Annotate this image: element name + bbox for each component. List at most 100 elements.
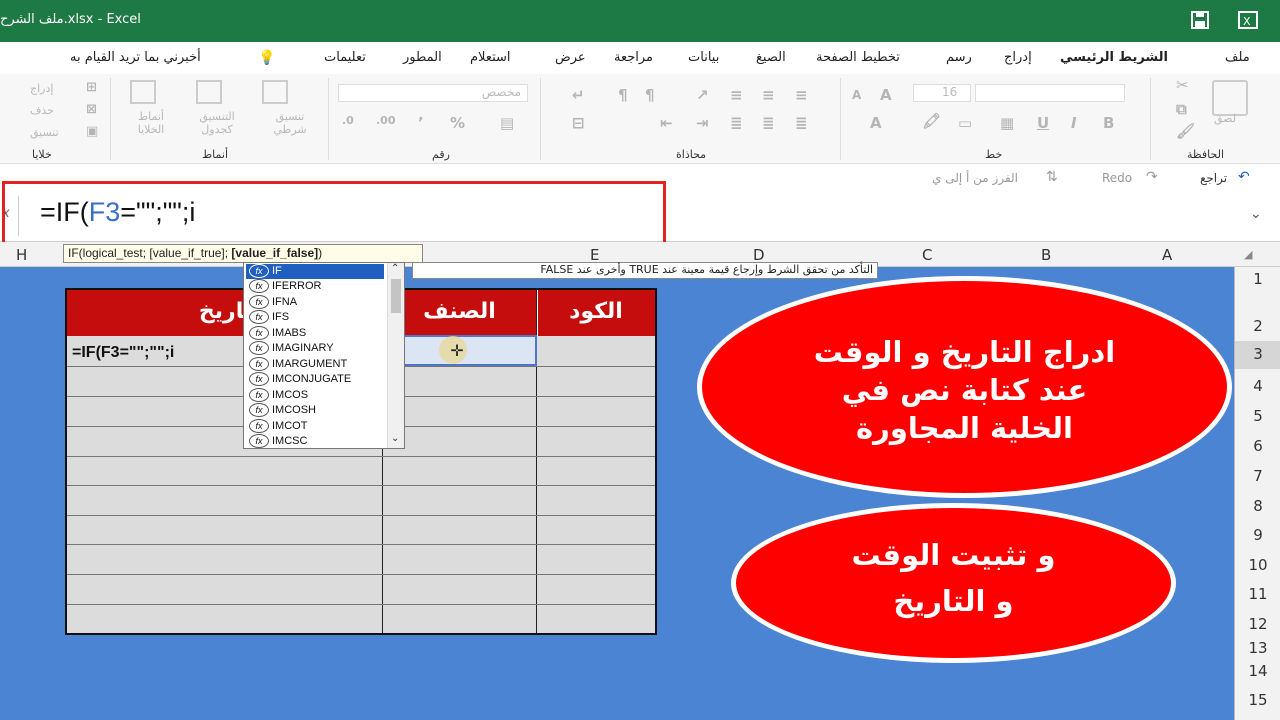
header-category[interactable]: الصنف xyxy=(382,290,537,336)
conditional-format-icon[interactable] xyxy=(262,80,288,104)
scroll-thumb[interactable] xyxy=(391,279,401,313)
autocomplete-item-selected[interactable]: fx IF xyxy=(246,264,384,279)
menu-developer[interactable]: المطور xyxy=(403,50,442,65)
font-size-box[interactable]: 16 xyxy=(913,84,971,102)
wrap-text-icon[interactable]: ↵ xyxy=(572,86,585,104)
menu-home[interactable]: الشريط الرئيسي xyxy=(1060,50,1168,65)
align-middle-icon[interactable]: ≡ xyxy=(762,86,775,104)
menu-view[interactable]: عرض xyxy=(555,50,586,65)
menu-formulas[interactable]: الصيغ xyxy=(756,50,786,65)
row-header[interactable]: 1 xyxy=(1235,270,1280,288)
column-header-a[interactable]: A xyxy=(1162,246,1172,264)
menu-review[interactable]: مراجعة xyxy=(614,50,653,65)
row-header[interactable]: 6 xyxy=(1235,437,1280,455)
font-name-box[interactable] xyxy=(975,84,1125,102)
paste-icon[interactable] xyxy=(1212,80,1248,116)
percent-icon[interactable]: % xyxy=(450,114,465,132)
insert-cells-icon[interactable]: ⊞ xyxy=(86,80,97,95)
autocomplete-item[interactable]: fx IMARGUMENT xyxy=(246,357,384,372)
outdent-icon[interactable]: ⇤ xyxy=(660,114,673,132)
comma-style-icon[interactable]: ٬ xyxy=(418,114,424,132)
select-all-icon[interactable]: ◢ xyxy=(1244,248,1252,261)
delete-cells-label[interactable]: حذف xyxy=(30,104,54,117)
autocomplete-item[interactable]: fx IFS xyxy=(246,310,384,325)
align-left-icon[interactable]: ≣ xyxy=(730,114,743,132)
row-header[interactable]: 9 xyxy=(1235,526,1280,544)
align-center-icon[interactable]: ≣ xyxy=(762,114,775,132)
column-header-c[interactable]: C xyxy=(922,246,932,264)
highlight-icon[interactable]: 🖍 xyxy=(922,112,941,130)
autocomplete-item[interactable]: fx IMABS xyxy=(246,326,384,341)
row-header[interactable]: 7 xyxy=(1235,467,1280,485)
autocomplete-item[interactable]: fx IMCOSH xyxy=(246,403,384,418)
align-bottom-icon[interactable]: ≡ xyxy=(730,86,743,104)
menu-help[interactable]: تعليمات xyxy=(324,50,366,65)
orientation-icon[interactable]: ↗ xyxy=(696,86,709,104)
function-autocomplete-list[interactable]: fx IF fx IFERROR fx IFNA fx IFS fx IMABS fx IM… xyxy=(243,262,405,449)
insert-cells-label[interactable]: إدراج xyxy=(30,82,53,95)
redo-button[interactable]: Redo xyxy=(1102,171,1132,185)
row-header[interactable]: 11 xyxy=(1235,585,1280,603)
merge-center-icon[interactable]: ⊟ xyxy=(572,114,585,132)
menu-draw[interactable]: رسم xyxy=(946,50,972,65)
decrease-decimal-icon[interactable]: .00 xyxy=(376,114,396,127)
cell-styles-icon[interactable] xyxy=(130,80,156,104)
row-header[interactable]: 15 xyxy=(1235,691,1280,709)
autocomplete-item[interactable]: fx IMAGINARY xyxy=(246,341,384,356)
row-header[interactable]: 14 xyxy=(1235,662,1280,680)
font-color-icon[interactable]: A xyxy=(870,114,882,132)
autocomplete-item[interactable]: fx IFERROR xyxy=(246,279,384,294)
format-table-icon[interactable] xyxy=(196,80,222,104)
autocomplete-item[interactable]: fx IFNA xyxy=(246,295,384,310)
increase-font-icon[interactable]: A xyxy=(880,86,892,104)
active-cell-formula[interactable]: =IF(F3="";"";i xyxy=(72,344,174,362)
cond-format-label[interactable]: تنسيق شرطي xyxy=(262,110,318,136)
autocomplete-scrollbar[interactable]: ⌃ ⌄ xyxy=(387,263,404,448)
increase-decimal-icon[interactable]: .0 xyxy=(342,114,354,127)
row-header[interactable]: 8 xyxy=(1235,497,1280,515)
sort-button[interactable]: الفرز من أ إلى ي xyxy=(932,171,1018,185)
currency-icon[interactable]: ▤ xyxy=(500,114,514,132)
cut-icon[interactable]: ✂ xyxy=(1176,76,1189,94)
format-painter-icon[interactable]: 🖌 xyxy=(1176,122,1195,140)
tell-me-search[interactable]: أخبرني بما تريد القيام به xyxy=(70,50,201,65)
underline-icon[interactable]: U xyxy=(1037,114,1049,132)
menu-page-layout[interactable]: تخطيط الصفحة xyxy=(816,50,900,65)
autocomplete-item[interactable]: fx IMCONJUGATE xyxy=(246,372,384,387)
autocomplete-item[interactable]: fx IMCOT xyxy=(246,419,384,434)
format-table-label[interactable]: التنسيق كجدول xyxy=(190,110,244,136)
autocomplete-item[interactable]: fx IMCOS xyxy=(246,388,384,403)
indent-icon[interactable]: ⇥ xyxy=(696,114,709,132)
save-icon[interactable] xyxy=(1190,11,1210,29)
row-header-active[interactable]: 3 xyxy=(1235,341,1280,369)
align-top-icon[interactable]: ≡ xyxy=(795,86,808,104)
decrease-font-icon[interactable]: A xyxy=(852,88,861,102)
align-right-icon[interactable]: ≣ xyxy=(795,114,808,132)
row-header[interactable]: 5 xyxy=(1235,407,1280,425)
menu-insert[interactable]: إدراج xyxy=(1004,50,1032,65)
bold-icon[interactable]: B xyxy=(1103,114,1114,132)
format-cells-icon[interactable]: ▣ xyxy=(86,124,98,139)
row-header[interactable]: 13 xyxy=(1235,639,1280,657)
number-format-box[interactable]: مخصص xyxy=(338,84,528,102)
italic-icon[interactable]: I xyxy=(1071,114,1077,132)
ltr-icon[interactable]: ¶ xyxy=(618,86,628,104)
autocomplete-item[interactable]: fx IMCSC xyxy=(246,434,384,449)
row-header[interactable]: 12 xyxy=(1235,615,1280,633)
delete-cells-icon[interactable]: ⊠ xyxy=(86,102,97,117)
borders-icon[interactable]: ▦ xyxy=(1000,114,1014,132)
row-header[interactable]: 2 xyxy=(1235,317,1280,335)
row-header[interactable]: 4 xyxy=(1235,377,1280,395)
copy-icon[interactable]: ⧉ xyxy=(1176,100,1187,118)
column-header-h[interactable]: H xyxy=(16,246,27,264)
header-code[interactable]: الكود xyxy=(537,290,655,336)
column-header-b[interactable]: B xyxy=(1041,246,1051,264)
scroll-down-icon[interactable]: ⌄ xyxy=(391,433,399,444)
scroll-up-icon[interactable]: ⌃ xyxy=(391,263,399,274)
format-cells-label[interactable]: تنسيق xyxy=(30,126,59,139)
expand-formula-icon[interactable]: ⌄ xyxy=(1250,206,1262,222)
menu-data[interactable]: بيانات xyxy=(688,50,719,65)
menu-file[interactable]: ملف xyxy=(1225,50,1250,65)
undo-button[interactable]: تراجع xyxy=(1200,171,1227,185)
fill-color-icon[interactable]: ▭ xyxy=(958,114,972,132)
